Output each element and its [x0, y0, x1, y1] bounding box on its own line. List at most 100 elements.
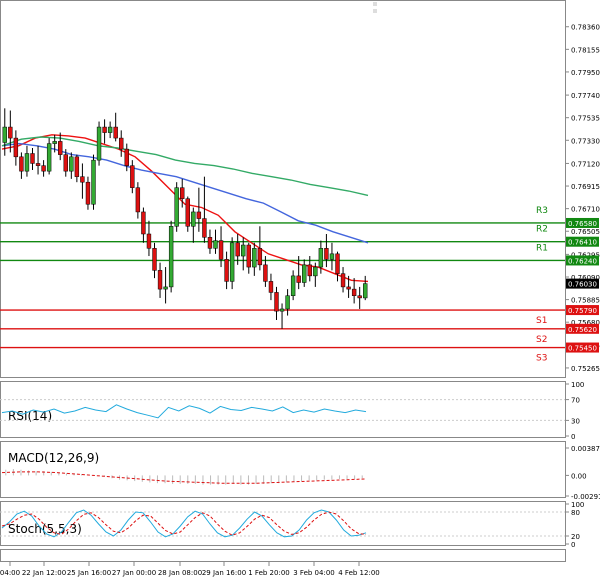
time-tick-label: 27 Jan 00:00: [112, 569, 156, 577]
candle-body: [268, 281, 274, 293]
candle-body: [102, 126, 107, 133]
chart-frames: [0, 0, 566, 562]
price-tick-label: 0.77535: [571, 115, 600, 123]
price-axis: 0.78360 0.78155 0.77950 0.77740 0.77535 0.773…: [565, 24, 600, 373]
price-tick-label: 0.76710: [571, 206, 600, 214]
rsi-panel-frame: [0, 381, 566, 438]
window-marker-icon: [373, 9, 377, 13]
resistance-label: R1: [536, 243, 548, 253]
candle-body: [274, 292, 279, 312]
candle-body: [96, 126, 102, 161]
time-tick-label: 4 Feb 12:00: [338, 569, 379, 577]
candle-body: [235, 242, 240, 257]
candle-body: [80, 176, 85, 183]
candles: [2, 108, 368, 329]
candle-body: [8, 126, 13, 139]
candle-body: [218, 240, 224, 260]
stoch-tick-label: 100: [571, 501, 584, 509]
stoch-title: Stoch(5,5,3): [8, 522, 82, 536]
stoch-panel: Stoch(5,5,3) 10080 200: [0, 501, 584, 549]
candle-body: [41, 165, 46, 172]
ma-line-fast: [1, 134, 369, 283]
time-tick-label: 22 Jan 12:00: [22, 569, 66, 577]
candle-body: [19, 156, 24, 172]
candle-body: [246, 244, 251, 268]
candle-body: [58, 141, 63, 155]
candle-body: [290, 275, 296, 296]
stoch-tick-label: 0: [571, 541, 575, 549]
candle-body: [46, 143, 52, 172]
forex-chart: 0.78360 0.78155 0.77950 0.77740 0.77535 0.773…: [0, 0, 600, 577]
candle-body: [180, 187, 185, 199]
candle-body: [313, 266, 318, 277]
candle-body: [168, 226, 174, 288]
candle-body: [346, 286, 351, 290]
support-label: S3: [536, 354, 547, 364]
price-tick-label: 0.78155: [571, 46, 600, 54]
time-tick-label: 28 Jan 08:00: [158, 569, 202, 577]
stoch-tick-label: 20: [571, 533, 580, 541]
support-price-value: 0.75450: [568, 345, 597, 353]
candle-body: [113, 126, 118, 139]
time-tick-label: 04:00: [0, 569, 20, 577]
price-tick-label: 0.77950: [571, 69, 600, 77]
candle-body: [91, 159, 96, 205]
candle-body: [241, 244, 246, 257]
candle-body: [163, 286, 168, 290]
support-price-value: 0.75790: [568, 307, 597, 315]
candle-body: [85, 181, 91, 205]
candle-body: [229, 242, 235, 282]
candle-body: [174, 187, 179, 227]
candle-body: [2, 126, 7, 143]
time-axis: 04:00 22 Jan 12:00 25 Jan 16:00 27 Jan 00:0…: [0, 562, 380, 577]
price-tick-label: 0.75885: [571, 297, 600, 305]
macd-title: MACD(12,26,9): [8, 451, 99, 465]
candle-body: [207, 237, 213, 249]
rsi-tick-label: 30: [571, 417, 580, 425]
price-tick-label: 0.77740: [571, 92, 600, 100]
candle-body: [263, 264, 268, 282]
price-panel-frame: [0, 0, 566, 378]
candle-body: [157, 270, 163, 290]
candle-body: [296, 275, 301, 283]
candle-body: [357, 295, 362, 299]
resistance-price-value: 0.76580: [568, 220, 597, 228]
window-markers: [373, 2, 377, 13]
price-tick-label: 0.76505: [571, 228, 600, 236]
resistance-label: R2: [536, 225, 548, 235]
candle-body: [252, 248, 257, 268]
time-tick-label: 25 Jan 16:00: [67, 569, 111, 577]
candle-body: [152, 248, 157, 271]
candle-body: [130, 165, 135, 188]
macd-tick-label: -0.002911: [571, 493, 600, 501]
candle-body: [185, 198, 190, 227]
candle-body: [191, 211, 196, 227]
candle-body: [279, 308, 285, 312]
price-tick-label: 0.77120: [571, 160, 600, 168]
candle-body: [35, 163, 41, 166]
candle-body: [119, 137, 124, 150]
price-tick-label: 0.76915: [571, 183, 600, 191]
candle-body: [213, 240, 218, 249]
price-tick-label: 0.77330: [571, 137, 600, 145]
candle-body: [257, 248, 263, 266]
time-tick-label: 29 Jan 16:00: [202, 569, 246, 577]
moving-average-lines: [1, 134, 369, 283]
candle-body: [124, 148, 129, 166]
candle-body: [340, 273, 346, 288]
candle-body: [202, 218, 207, 238]
macd-tick-label: 0.00: [571, 472, 587, 480]
rsi-tick-label: 70: [571, 397, 580, 405]
candle-body: [52, 141, 57, 144]
candle-body: [107, 126, 113, 133]
candle-body: [146, 233, 152, 249]
candle-body: [329, 253, 335, 260]
rsi-panel: RSI(14) 10070300: [0, 381, 584, 441]
time-tick-label: 1 Feb 20:00: [248, 569, 289, 577]
resistance-label: R3: [536, 206, 548, 216]
candle-body: [307, 264, 312, 277]
candle-body: [135, 187, 141, 213]
candle-body: [30, 153, 35, 164]
candle-body: [318, 248, 324, 268]
stoch-tick-label: 80: [571, 509, 580, 517]
